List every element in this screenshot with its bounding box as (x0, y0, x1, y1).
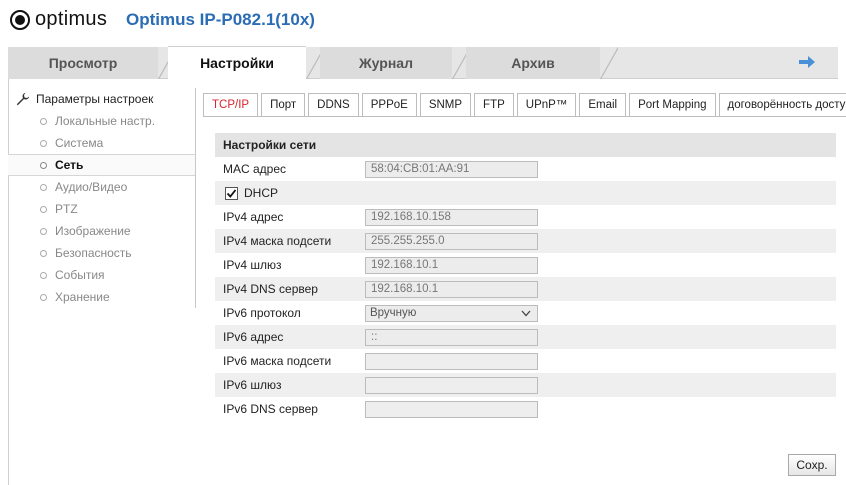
sidebar-item-label: Аудио/Видео (55, 180, 128, 194)
ipv4-gateway-label: IPv4 шлюз (223, 258, 282, 272)
sidebar-item-label: Сеть (55, 158, 84, 172)
subtab-pppoe[interactable]: PPPoE (361, 93, 417, 117)
ipv4-dns-label: IPv4 DNS сервер (223, 282, 318, 296)
sidebar-item-audio-video[interactable]: Аудио/Видео (8, 176, 195, 198)
dhcp-label: DHCP (244, 186, 279, 200)
sidebar-item-network[interactable]: Сеть (8, 154, 195, 176)
sidebar-item-label: Изображение (55, 224, 131, 238)
bullet-icon (40, 227, 47, 235)
ipv4-address-label: IPv4 адрес (223, 210, 284, 224)
bullet-icon (40, 293, 47, 301)
device-model-title: Optimus IP-P082.1(10x) (126, 10, 315, 29)
subtab-access-agreement[interactable]: договорённость доступ (718, 93, 846, 117)
ipv6-mode-label: IPv6 протокол (223, 306, 301, 320)
tab-archive[interactable]: Архив (466, 47, 600, 79)
tab-view[interactable]: Просмотр (8, 47, 158, 79)
sidebar-item-image[interactable]: Изображение (8, 220, 195, 242)
bullet-icon (40, 139, 47, 147)
logout-arrow-icon[interactable] (798, 55, 816, 69)
subtab-ddns[interactable]: DDNS (308, 93, 359, 117)
ipv4-dns-field[interactable]: 192.168.10.1 (365, 280, 538, 298)
ipv4-mask-label: IPv4 маска подсети (223, 234, 332, 248)
sidebar-header: Параметры настроек (8, 88, 195, 110)
subtab-upnp[interactable]: UPnP™ (516, 93, 577, 117)
sidebar-item-events[interactable]: События (8, 264, 195, 286)
ipv6-mode-row: IPv6 протокол Вручную (215, 301, 836, 325)
ipv4-gateway-field[interactable]: 192.168.10.1 (365, 256, 538, 274)
ipv4-gateway-row: IPv4 шлюз 192.168.10.1 (215, 253, 836, 277)
subtab-snmp[interactable]: SNMP (419, 93, 472, 117)
tab-separator (600, 47, 618, 79)
chevron-down-icon (521, 310, 531, 316)
bullet-icon (40, 205, 47, 213)
checkmark-icon (226, 188, 237, 198)
bullet-icon (40, 249, 47, 257)
bullet-icon (40, 161, 47, 169)
tab-log-label: Журнал (359, 55, 413, 71)
network-sub-tabs: TCP/IP Порт DDNS PPPoE SNMP FTP UPnP™ Em… (203, 93, 846, 117)
sidebar-title: Параметры настроек (36, 92, 154, 106)
sidebar-item-security[interactable]: Безопасность (8, 242, 195, 264)
save-button[interactable]: Сохр. (788, 454, 836, 476)
tab-settings[interactable]: Настройки (168, 46, 306, 79)
ipv6-gateway-row: IPv6 шлюз (215, 373, 836, 397)
sidebar-item-label: Хранение (55, 290, 110, 304)
bullet-icon (40, 271, 47, 279)
ipv6-dns-field[interactable] (365, 400, 538, 418)
ipv6-address-field[interactable]: :: (365, 328, 538, 346)
sidebar-item-label: Безопасность (55, 246, 132, 260)
optimus-logo-icon (10, 9, 30, 30)
subtab-ftp[interactable]: FTP (474, 93, 514, 117)
dhcp-row: DHCP (215, 181, 836, 205)
wrench-icon (16, 92, 30, 106)
sidebar-item-local[interactable]: Локальные настр. (8, 110, 195, 132)
ipv6-mask-label: IPv6 маска подсети (223, 354, 332, 368)
sidebar-item-label: Система (55, 136, 104, 150)
ipv4-mask-field[interactable]: 255.255.255.0 (365, 232, 538, 250)
tab-view-label: Просмотр (48, 55, 118, 71)
dhcp-checkbox[interactable] (225, 186, 238, 200)
ipv6-address-row: IPv6 адрес :: (215, 325, 836, 349)
sidebar-item-label: События (55, 268, 105, 282)
tab-settings-label: Настройки (200, 55, 274, 71)
ipv6-mask-row: IPv6 маска подсети (215, 349, 836, 373)
network-settings-form: Настройки сети MAC адрес 58:04:CB:01:AA:… (215, 133, 836, 421)
ipv6-mode-select[interactable]: Вручную (365, 304, 538, 322)
sidebar-item-label: Локальные настр. (55, 114, 156, 128)
ipv6-gateway-label: IPv6 шлюз (223, 378, 282, 392)
subtab-tcpip[interactable]: TCP/IP (203, 93, 259, 117)
sidebar-item-ptz[interactable]: PTZ (8, 198, 195, 220)
mac-row: MAC адрес 58:04:CB:01:AA:91 (215, 157, 836, 181)
ipv4-dns-row: IPv4 DNS сервер 192.168.10.1 (215, 277, 836, 301)
bullet-icon (40, 117, 47, 125)
ipv6-mask-field[interactable] (365, 352, 538, 370)
sidebar-item-label: PTZ (55, 202, 78, 216)
ipv4-mask-row: IPv4 маска подсети 255.255.255.0 (215, 229, 836, 253)
section-title: Настройки сети (215, 133, 836, 157)
main-tab-bar: Просмотр Настройки Журнал Архив (8, 46, 838, 79)
ipv4-address-field[interactable]: 192.168.10.158 (365, 208, 538, 226)
header: optimus Optimus IP-P082.1(10x) (0, 0, 846, 44)
ipv6-address-label: IPv6 адрес (223, 330, 284, 344)
ipv6-dns-label: IPv6 DNS сервер (223, 402, 318, 416)
subtab-baseline (203, 116, 833, 117)
mac-field: 58:04:CB:01:AA:91 (365, 160, 538, 178)
bullet-icon (40, 183, 47, 191)
ipv6-gateway-field[interactable] (365, 376, 538, 394)
ipv6-mode-value: Вручную (370, 307, 417, 319)
settings-sidebar: Параметры настроек Локальные настр. Сист… (8, 88, 196, 308)
subtab-email[interactable]: Email (579, 93, 627, 117)
subtab-port-mapping[interactable]: Port Mapping (629, 93, 716, 117)
ipv6-dns-row: IPv6 DNS сервер (215, 397, 836, 421)
sidebar-item-system[interactable]: Система (8, 132, 195, 154)
ipv4-address-row: IPv4 адрес 192.168.10.158 (215, 205, 836, 229)
subtab-port[interactable]: Порт (261, 93, 306, 117)
tab-log[interactable]: Журнал (320, 47, 452, 79)
tab-archive-label: Архив (511, 55, 555, 71)
mac-label: MAC адрес (223, 162, 287, 176)
brand-logo: optimus (10, 8, 107, 31)
logo-text: optimus (35, 8, 108, 30)
sidebar-item-storage[interactable]: Хранение (8, 286, 195, 308)
